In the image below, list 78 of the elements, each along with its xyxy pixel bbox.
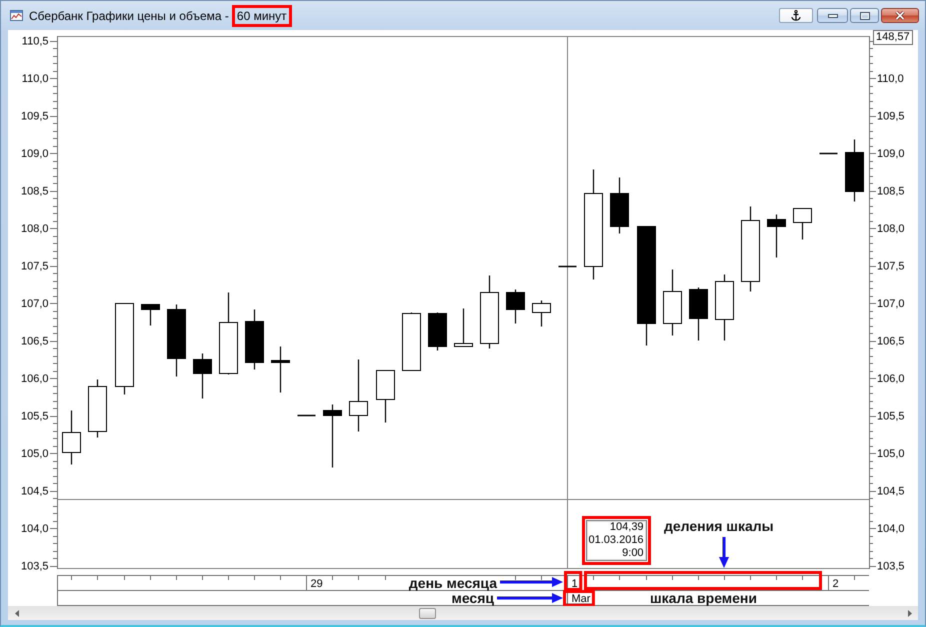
axis-label: 108,5	[877, 186, 905, 198]
cursor-value: 104,39	[608, 520, 644, 534]
axis-label: 108,0	[877, 223, 905, 235]
axis-value-badge: 148,57	[873, 30, 913, 45]
callout-arrow	[719, 537, 729, 568]
day-label: 29	[310, 578, 323, 590]
axis-label: 103,5	[20, 560, 48, 572]
candle	[88, 380, 107, 438]
axis-label: 106,0	[877, 373, 905, 385]
axis-label: 110,0	[877, 73, 904, 85]
candle	[349, 360, 368, 432]
anchor-icon	[791, 10, 801, 21]
candle	[845, 140, 864, 202]
candle	[323, 404, 342, 468]
candle	[715, 274, 734, 340]
candle	[793, 208, 812, 240]
window-title: Сбербанк Графики цены и объема -	[29, 8, 229, 22]
candle	[610, 178, 629, 234]
close-button[interactable]	[881, 8, 919, 23]
axis-label: 108,0	[20, 223, 48, 235]
axis-label: 104,0	[20, 523, 48, 535]
maximize-button[interactable]	[850, 8, 879, 23]
axis-label: 105,0	[877, 448, 905, 460]
candle	[532, 300, 551, 326]
candle	[767, 214, 786, 258]
candle	[402, 312, 421, 371]
axis-label: 105,0	[20, 448, 48, 460]
axis-label: 107,5	[877, 260, 905, 272]
month-label: Mar	[572, 593, 590, 605]
axis-label: 107,0	[877, 298, 905, 310]
callout-arrow	[497, 593, 563, 603]
maximize-icon	[860, 12, 870, 20]
candle	[376, 370, 395, 422]
axis-label: 106,5	[20, 336, 48, 348]
axis-label: 108,5	[20, 186, 48, 198]
day-label: 1	[572, 578, 578, 590]
day-label: 2	[832, 578, 839, 590]
axis-label: 110,5	[22, 36, 48, 48]
axis-label: 105,5	[877, 410, 905, 422]
left-triangle-icon	[14, 610, 18, 616]
axis-label: 106,5	[877, 336, 905, 348]
horizontal-scrollbar[interactable]	[8, 606, 918, 620]
interval-label: 60 минут	[232, 4, 292, 26]
minimize-button[interactable]	[817, 8, 848, 23]
candle	[689, 288, 708, 340]
axis-label: 104,0	[877, 523, 905, 535]
candle	[62, 410, 81, 464]
candle	[506, 290, 525, 324]
axis-label: 109,5	[20, 110, 48, 122]
axis-label: 106,0	[20, 373, 48, 385]
minimize-icon	[828, 14, 838, 18]
close-icon	[895, 11, 905, 20]
candle	[193, 354, 212, 398]
axis-label: 109,5	[877, 110, 905, 122]
callout-arrow	[500, 577, 563, 587]
axis-label: 103,5	[877, 560, 905, 572]
chart-icon	[10, 10, 23, 21]
candle	[167, 304, 186, 376]
axis-label: 109,0	[20, 148, 48, 160]
callout-label: день месяца	[408, 576, 497, 590]
candle	[454, 308, 473, 347]
axis-label: 104,5	[877, 486, 905, 498]
axis-label: 110,0	[22, 73, 48, 85]
cursor-time: 9:00	[621, 546, 644, 560]
candle	[245, 310, 264, 370]
candle	[271, 346, 290, 392]
candle	[141, 304, 160, 326]
axis-label: 107,5	[20, 260, 48, 272]
axis-label: 107,0	[20, 298, 48, 310]
scrollbar-thumb[interactable]	[419, 608, 436, 618]
right-triangle-icon	[908, 610, 912, 616]
axis-label: 105,5	[20, 410, 48, 422]
cursor-date: 01.03.2016	[588, 534, 644, 546]
candle	[663, 270, 682, 336]
anchor-button[interactable]	[779, 8, 813, 23]
axis-label: 104,5	[20, 486, 48, 498]
candle	[428, 312, 447, 350]
axis-label: 109,0	[877, 148, 905, 160]
